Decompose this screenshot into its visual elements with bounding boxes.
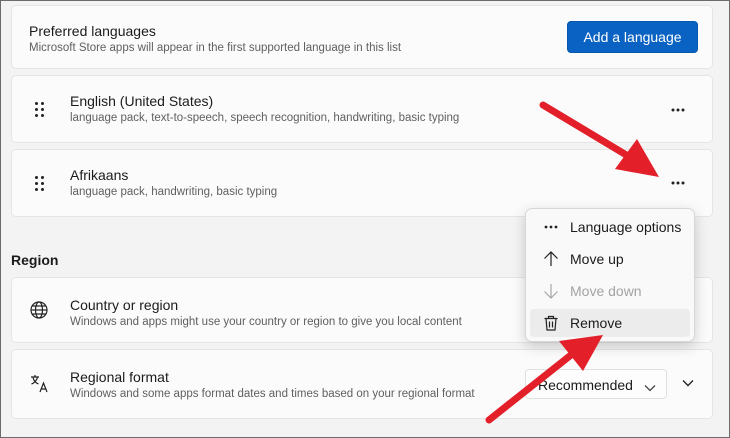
preferred-languages-subtitle: Microsoft Store apps will appear in the … xyxy=(29,42,402,54)
more-options-icon[interactable] xyxy=(667,103,689,117)
menu-item-remove[interactable]: Remove xyxy=(530,309,690,337)
menu-item-label: Move up xyxy=(570,251,624,267)
preferred-languages-title: Preferred languages xyxy=(29,23,156,39)
menu-item-move-up[interactable]: Move up xyxy=(530,245,690,273)
language-card-afrikaans[interactable]: Afrikaans language pack, handwriting, ba… xyxy=(11,149,713,217)
trash-icon xyxy=(542,314,560,332)
language-context-menu: Language options Move up Move down Remov… xyxy=(525,208,695,342)
drag-handle-icon[interactable] xyxy=(34,101,46,119)
region-heading: Region xyxy=(11,252,59,268)
language-name: English (United States) xyxy=(70,93,214,109)
language-format-icon xyxy=(29,373,51,395)
regional-format-title: Regional format xyxy=(70,369,169,385)
arrow-up-icon xyxy=(542,250,560,268)
regional-format-dropdown[interactable]: Recommended xyxy=(525,369,667,399)
expand-chevron-icon[interactable] xyxy=(681,376,695,390)
menu-item-move-down: Move down xyxy=(530,277,690,305)
dropdown-value: Recommended xyxy=(538,377,633,393)
language-features: language pack, text-to-speech, speech re… xyxy=(70,112,460,124)
add-language-button[interactable]: Add a language xyxy=(567,21,698,53)
menu-item-language-options[interactable]: Language options xyxy=(530,213,690,241)
more-icon xyxy=(542,218,560,236)
menu-item-label: Language options xyxy=(570,219,682,235)
arrow-down-icon xyxy=(542,282,560,300)
regional-format-subtitle: Windows and some apps format dates and t… xyxy=(70,388,475,400)
globe-icon xyxy=(29,300,51,322)
country-region-subtitle: Windows and apps might use your country … xyxy=(70,316,462,328)
more-options-icon[interactable] xyxy=(667,176,689,190)
settings-window: Preferred languages Microsoft Store apps… xyxy=(0,0,730,438)
chevron-down-icon xyxy=(644,379,656,395)
language-name: Afrikaans xyxy=(70,167,129,183)
country-region-title: Country or region xyxy=(70,297,179,313)
language-features: language pack, handwriting, basic typing xyxy=(70,186,278,198)
menu-item-label: Remove xyxy=(570,315,623,331)
drag-handle-icon[interactable] xyxy=(34,175,46,193)
language-card-english[interactable]: English (United States) language pack, t… xyxy=(11,75,713,143)
menu-item-label: Move down xyxy=(570,283,642,299)
